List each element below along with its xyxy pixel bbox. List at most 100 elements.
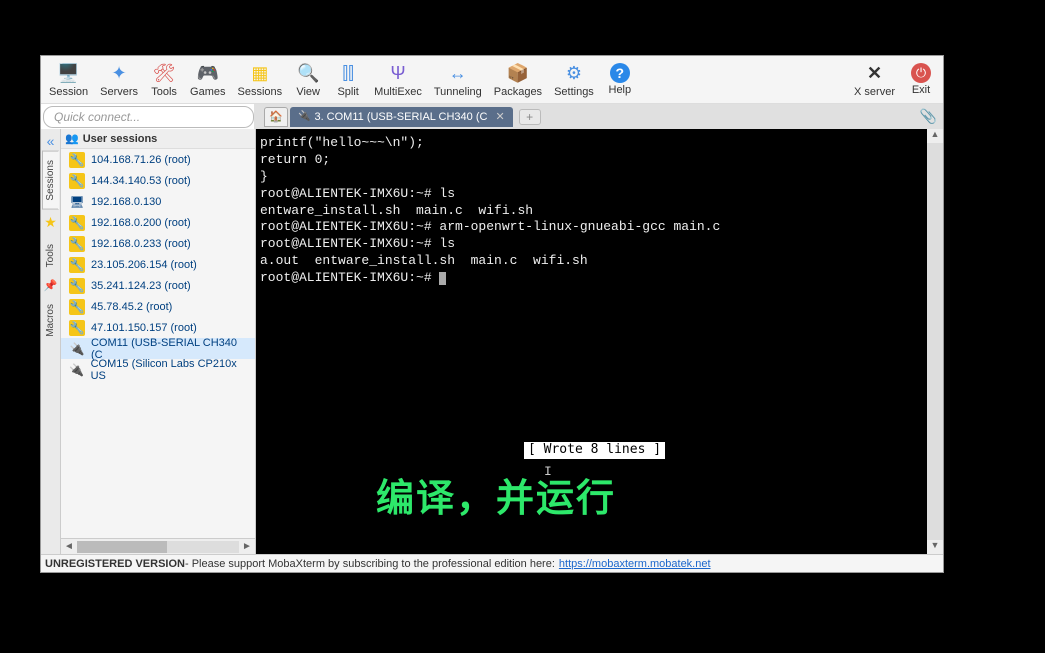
sessions-button[interactable]: ▦ Sessions — [232, 59, 289, 100]
side-tab-sessions[interactable]: Sessions — [42, 151, 59, 210]
help-button[interactable]: ? Help — [600, 61, 640, 98]
settings-label: Settings — [554, 86, 594, 98]
vscroll-down-button[interactable]: ▼ — [927, 540, 943, 554]
session-item-label: 47.101.150.157 (root) — [91, 322, 197, 334]
help-icon: ? — [610, 63, 630, 83]
session-item[interactable]: 🔧45.78.45.2 (root) — [61, 296, 255, 317]
hscroll-track[interactable] — [77, 541, 239, 553]
session-label: Session — [49, 86, 88, 98]
session-item-label: 192.168.0.233 (root) — [91, 238, 191, 250]
paperclip-icon[interactable]: 📎 — [920, 108, 937, 125]
multiexec-icon: Ψ — [386, 61, 410, 85]
sidebar-hscrollbar[interactable]: ◄ ► — [61, 538, 255, 554]
status-link[interactable]: https://mobaxterm.mobatek.net — [559, 558, 711, 570]
session-item-label: 192.168.0.200 (root) — [91, 217, 191, 229]
sessions-sidebar: 👥 User sessions 🔧104.168.71.26 (root)🔧14… — [61, 129, 256, 554]
collapse-sidebar-button[interactable]: « — [47, 133, 55, 149]
pin-icon: 📌 — [44, 279, 58, 292]
view-button[interactable]: 🔍 View — [288, 59, 328, 100]
status-bar: UNREGISTERED VERSION - Please support Mo… — [41, 554, 943, 572]
terminal-vscrollbar[interactable]: ▲ ▼ — [927, 129, 943, 554]
games-button[interactable]: 🎮 Games — [184, 59, 231, 100]
sessions-label: Sessions — [238, 86, 283, 98]
main-area: « Sessions ★ Tools 📌 Macros 👥 User sessi… — [41, 129, 943, 554]
session-item[interactable]: 🔧35.241.124.23 (root) — [61, 275, 255, 296]
text-caret: I — [544, 464, 552, 481]
session-item[interactable]: 🔧47.101.150.157 (root) — [61, 317, 255, 338]
rdp-session-icon: 🖥 — [69, 194, 85, 210]
servers-button[interactable]: ✦ Servers — [94, 59, 144, 100]
session-item[interactable]: 🔧104.168.71.26 (root) — [61, 149, 255, 170]
ssh-session-icon: 🔧 — [69, 152, 85, 168]
session-item-label: 35.241.124.23 (root) — [91, 280, 191, 292]
games-icon: 🎮 — [196, 61, 220, 85]
sidebar-header: 👥 User sessions — [61, 129, 255, 149]
vscroll-up-button[interactable]: ▲ — [927, 129, 943, 143]
terminal-line: return 0; — [260, 152, 923, 169]
terminal-line: root@ALIENTEK-IMX6U:~# — [260, 270, 923, 287]
session-button[interactable]: 🖥️ Session — [43, 59, 94, 100]
new-tab-button[interactable]: + — [519, 109, 541, 125]
settings-icon: ⚙ — [562, 61, 586, 85]
xserver-label: X server — [854, 86, 895, 98]
session-item[interactable]: 🔌COM15 (Silicon Labs CP210x US — [61, 359, 255, 380]
serial-session-icon: 🔌 — [69, 341, 85, 357]
sidebar-header-label: User sessions — [83, 133, 158, 145]
packages-icon: 📦 — [506, 61, 530, 85]
ssh-session-icon: 🔧 — [69, 257, 85, 273]
ssh-session-icon: 🔧 — [69, 173, 85, 189]
tunneling-label: Tunneling — [434, 86, 482, 98]
exit-icon: ⏻ — [911, 63, 931, 83]
session-list: 🔧104.168.71.26 (root)🔧144.34.140.53 (roo… — [61, 149, 255, 538]
session-item-label: COM15 (Silicon Labs CP210x US — [91, 358, 251, 382]
sessions-icon: ▦ — [248, 61, 272, 85]
app-window: 🖥️ Session ✦ Servers 🛠 Tools 🎮 Games ▦ S… — [40, 55, 944, 573]
active-tab[interactable]: 🔌 3. COM11 (USB-SERIAL CH340 (C ✕ — [290, 107, 513, 127]
home-tab[interactable]: 🏠 — [264, 107, 288, 127]
side-tab-macros[interactable]: Macros — [42, 295, 59, 346]
tunneling-button[interactable]: ↔ Tunneling — [428, 59, 488, 100]
side-tab-strip: « Sessions ★ Tools 📌 Macros — [41, 129, 61, 554]
terminal-wrap: printf("hello~~~\n");return 0;}root@ALIE… — [256, 129, 943, 554]
session-item[interactable]: 🖥192.168.0.130 — [61, 191, 255, 212]
tools-button[interactable]: 🛠 Tools — [144, 59, 184, 100]
terminal-line: a.out entware_install.sh main.c wifi.sh — [260, 253, 923, 270]
xserver-button[interactable]: ✕ X server — [848, 59, 901, 100]
side-tab-tools[interactable]: Tools — [42, 235, 59, 276]
terminal[interactable]: printf("hello~~~\n");return 0;}root@ALIE… — [256, 129, 927, 554]
session-item[interactable]: 🔧192.168.0.200 (root) — [61, 212, 255, 233]
terminal-line: printf("hello~~~\n"); — [260, 135, 923, 152]
vscroll-track[interactable] — [927, 143, 943, 540]
active-tab-label: 3. COM11 (USB-SERIAL CH340 (C — [314, 111, 487, 123]
hscroll-right-button[interactable]: ► — [239, 541, 255, 552]
view-label: View — [296, 86, 320, 98]
tab-row: Quick connect... 🏠 🔌 3. COM11 (USB-SERIA… — [41, 104, 943, 129]
session-item[interactable]: 🔧144.34.140.53 (root) — [61, 170, 255, 191]
settings-button[interactable]: ⚙ Settings — [548, 59, 600, 100]
quick-connect-input[interactable]: Quick connect... — [43, 106, 254, 128]
packages-label: Packages — [494, 86, 542, 98]
exit-button[interactable]: ⏻ Exit — [901, 61, 941, 98]
tunneling-icon: ↔ — [446, 61, 470, 85]
split-label: Split — [337, 86, 358, 98]
multiexec-label: MultiExec — [374, 86, 422, 98]
main-toolbar: 🖥️ Session ✦ Servers 🛠 Tools 🎮 Games ▦ S… — [41, 56, 943, 104]
split-button[interactable]: ⫿⫿ Split — [328, 59, 368, 100]
ssh-session-icon: 🔧 — [69, 236, 85, 252]
annotation-overlay: 编译，并运行 — [376, 477, 616, 526]
help-label: Help — [609, 84, 632, 96]
star-icon[interactable]: ★ — [44, 214, 57, 231]
terminal-line: entware_install.sh main.c wifi.sh — [260, 203, 923, 220]
games-label: Games — [190, 86, 225, 98]
hscroll-left-button[interactable]: ◄ — [61, 541, 77, 552]
tab-close-button[interactable]: ✕ — [495, 110, 504, 123]
hscroll-thumb[interactable] — [77, 541, 167, 553]
wrote-lines-badge: [ Wrote 8 lines ] — [524, 442, 665, 459]
packages-button[interactable]: 📦 Packages — [488, 59, 548, 100]
tools-icon: 🛠 — [152, 61, 176, 85]
session-item[interactable]: 🔧23.105.206.154 (root) — [61, 254, 255, 275]
session-item[interactable]: 🔌COM11 (USB-SERIAL CH340 (C — [61, 338, 255, 359]
session-item[interactable]: 🔧 192.168.0.233 (root) — [61, 233, 255, 254]
terminal-line: root@ALIENTEK-IMX6U:~# arm-openwrt-linux… — [260, 219, 923, 236]
multiexec-button[interactable]: Ψ MultiExec — [368, 59, 428, 100]
